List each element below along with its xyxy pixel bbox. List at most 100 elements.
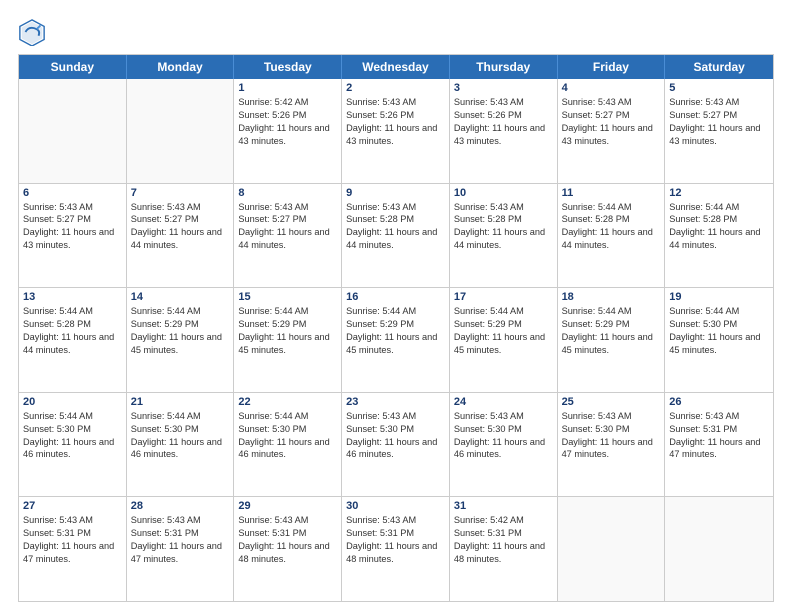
day-number: 6 — [23, 187, 122, 199]
daylight-text: Daylight: 11 hours and 43 minutes. — [454, 122, 553, 148]
sunrise-text: Sunrise: 5:43 AM — [346, 514, 445, 527]
calendar-cell: 19Sunrise: 5:44 AMSunset: 5:30 PMDayligh… — [665, 288, 773, 392]
calendar-cell: 13Sunrise: 5:44 AMSunset: 5:28 PMDayligh… — [19, 288, 127, 392]
sunset-text: Sunset: 5:30 PM — [131, 423, 230, 436]
sunrise-text: Sunrise: 5:43 AM — [131, 514, 230, 527]
calendar-header: SundayMondayTuesdayWednesdayThursdayFrid… — [19, 55, 773, 79]
sunset-text: Sunset: 5:27 PM — [131, 213, 230, 226]
calendar-cell: 9Sunrise: 5:43 AMSunset: 5:28 PMDaylight… — [342, 184, 450, 288]
day-number: 25 — [562, 396, 661, 408]
daylight-text: Daylight: 11 hours and 46 minutes. — [131, 436, 230, 462]
calendar-cell: 22Sunrise: 5:44 AMSunset: 5:30 PMDayligh… — [234, 393, 342, 497]
calendar-cell: 25Sunrise: 5:43 AMSunset: 5:30 PMDayligh… — [558, 393, 666, 497]
sunrise-text: Sunrise: 5:44 AM — [23, 410, 122, 423]
calendar-row: 1Sunrise: 5:42 AMSunset: 5:26 PMDaylight… — [19, 79, 773, 184]
calendar-cell: 4Sunrise: 5:43 AMSunset: 5:27 PMDaylight… — [558, 79, 666, 183]
calendar-cell: 29Sunrise: 5:43 AMSunset: 5:31 PMDayligh… — [234, 497, 342, 601]
sunrise-text: Sunrise: 5:44 AM — [562, 201, 661, 214]
calendar-cell — [558, 497, 666, 601]
calendar-cell: 6Sunrise: 5:43 AMSunset: 5:27 PMDaylight… — [19, 184, 127, 288]
sunrise-text: Sunrise: 5:43 AM — [23, 514, 122, 527]
daylight-text: Daylight: 11 hours and 44 minutes. — [131, 226, 230, 252]
daylight-text: Daylight: 11 hours and 46 minutes. — [454, 436, 553, 462]
day-number: 29 — [238, 500, 337, 512]
sunset-text: Sunset: 5:31 PM — [346, 527, 445, 540]
daylight-text: Daylight: 11 hours and 44 minutes. — [238, 226, 337, 252]
sunrise-text: Sunrise: 5:43 AM — [454, 201, 553, 214]
sunrise-text: Sunrise: 5:44 AM — [346, 305, 445, 318]
calendar-cell: 7Sunrise: 5:43 AMSunset: 5:27 PMDaylight… — [127, 184, 235, 288]
calendar-cell: 30Sunrise: 5:43 AMSunset: 5:31 PMDayligh… — [342, 497, 450, 601]
weekday-header: Sunday — [19, 55, 127, 79]
weekday-header: Tuesday — [234, 55, 342, 79]
daylight-text: Daylight: 11 hours and 47 minutes. — [669, 436, 769, 462]
sunrise-text: Sunrise: 5:44 AM — [669, 305, 769, 318]
sunset-text: Sunset: 5:30 PM — [454, 423, 553, 436]
calendar-cell: 24Sunrise: 5:43 AMSunset: 5:30 PMDayligh… — [450, 393, 558, 497]
daylight-text: Daylight: 11 hours and 47 minutes. — [562, 436, 661, 462]
day-number: 31 — [454, 500, 553, 512]
daylight-text: Daylight: 11 hours and 46 minutes. — [238, 436, 337, 462]
sunset-text: Sunset: 5:26 PM — [346, 109, 445, 122]
calendar-cell — [19, 79, 127, 183]
calendar-row: 13Sunrise: 5:44 AMSunset: 5:28 PMDayligh… — [19, 288, 773, 393]
daylight-text: Daylight: 11 hours and 44 minutes. — [669, 226, 769, 252]
sunrise-text: Sunrise: 5:44 AM — [669, 201, 769, 214]
calendar-cell: 3Sunrise: 5:43 AMSunset: 5:26 PMDaylight… — [450, 79, 558, 183]
sunrise-text: Sunrise: 5:43 AM — [238, 201, 337, 214]
weekday-header: Wednesday — [342, 55, 450, 79]
daylight-text: Daylight: 11 hours and 46 minutes. — [346, 436, 445, 462]
day-number: 9 — [346, 187, 445, 199]
daylight-text: Daylight: 11 hours and 43 minutes. — [346, 122, 445, 148]
calendar-cell: 26Sunrise: 5:43 AMSunset: 5:31 PMDayligh… — [665, 393, 773, 497]
daylight-text: Daylight: 11 hours and 44 minutes. — [454, 226, 553, 252]
sunset-text: Sunset: 5:26 PM — [454, 109, 553, 122]
sunrise-text: Sunrise: 5:43 AM — [346, 96, 445, 109]
sunset-text: Sunset: 5:31 PM — [669, 423, 769, 436]
calendar-cell: 15Sunrise: 5:44 AMSunset: 5:29 PMDayligh… — [234, 288, 342, 392]
weekday-header: Saturday — [665, 55, 773, 79]
sunset-text: Sunset: 5:28 PM — [562, 213, 661, 226]
sunset-text: Sunset: 5:27 PM — [238, 213, 337, 226]
sunset-text: Sunset: 5:29 PM — [238, 318, 337, 331]
sunrise-text: Sunrise: 5:44 AM — [454, 305, 553, 318]
calendar-cell: 5Sunrise: 5:43 AMSunset: 5:27 PMDaylight… — [665, 79, 773, 183]
day-number: 17 — [454, 291, 553, 303]
daylight-text: Daylight: 11 hours and 45 minutes. — [562, 331, 661, 357]
daylight-text: Daylight: 11 hours and 48 minutes. — [454, 540, 553, 566]
sunrise-text: Sunrise: 5:43 AM — [346, 201, 445, 214]
daylight-text: Daylight: 11 hours and 43 minutes. — [669, 122, 769, 148]
calendar-cell: 8Sunrise: 5:43 AMSunset: 5:27 PMDaylight… — [234, 184, 342, 288]
daylight-text: Daylight: 11 hours and 44 minutes. — [23, 331, 122, 357]
calendar-cell: 11Sunrise: 5:44 AMSunset: 5:28 PMDayligh… — [558, 184, 666, 288]
sunrise-text: Sunrise: 5:43 AM — [131, 201, 230, 214]
calendar-cell — [127, 79, 235, 183]
calendar-cell: 27Sunrise: 5:43 AMSunset: 5:31 PMDayligh… — [19, 497, 127, 601]
sunrise-text: Sunrise: 5:44 AM — [131, 410, 230, 423]
calendar-cell: 12Sunrise: 5:44 AMSunset: 5:28 PMDayligh… — [665, 184, 773, 288]
sunset-text: Sunset: 5:28 PM — [454, 213, 553, 226]
day-number: 1 — [238, 82, 337, 94]
sunset-text: Sunset: 5:30 PM — [669, 318, 769, 331]
daylight-text: Daylight: 11 hours and 44 minutes. — [346, 226, 445, 252]
sunset-text: Sunset: 5:29 PM — [454, 318, 553, 331]
calendar-cell: 31Sunrise: 5:42 AMSunset: 5:31 PMDayligh… — [450, 497, 558, 601]
sunrise-text: Sunrise: 5:43 AM — [238, 514, 337, 527]
sunrise-text: Sunrise: 5:44 AM — [131, 305, 230, 318]
calendar-row: 27Sunrise: 5:43 AMSunset: 5:31 PMDayligh… — [19, 497, 773, 601]
day-number: 26 — [669, 396, 769, 408]
sunset-text: Sunset: 5:30 PM — [23, 423, 122, 436]
calendar-cell: 28Sunrise: 5:43 AMSunset: 5:31 PMDayligh… — [127, 497, 235, 601]
sunset-text: Sunset: 5:28 PM — [23, 318, 122, 331]
logo — [18, 18, 50, 46]
daylight-text: Daylight: 11 hours and 45 minutes. — [669, 331, 769, 357]
day-number: 5 — [669, 82, 769, 94]
daylight-text: Daylight: 11 hours and 43 minutes. — [562, 122, 661, 148]
day-number: 12 — [669, 187, 769, 199]
calendar-cell: 14Sunrise: 5:44 AMSunset: 5:29 PMDayligh… — [127, 288, 235, 392]
daylight-text: Daylight: 11 hours and 48 minutes. — [346, 540, 445, 566]
daylight-text: Daylight: 11 hours and 44 minutes. — [562, 226, 661, 252]
sunrise-text: Sunrise: 5:43 AM — [669, 96, 769, 109]
calendar-row: 20Sunrise: 5:44 AMSunset: 5:30 PMDayligh… — [19, 393, 773, 498]
daylight-text: Daylight: 11 hours and 43 minutes. — [23, 226, 122, 252]
